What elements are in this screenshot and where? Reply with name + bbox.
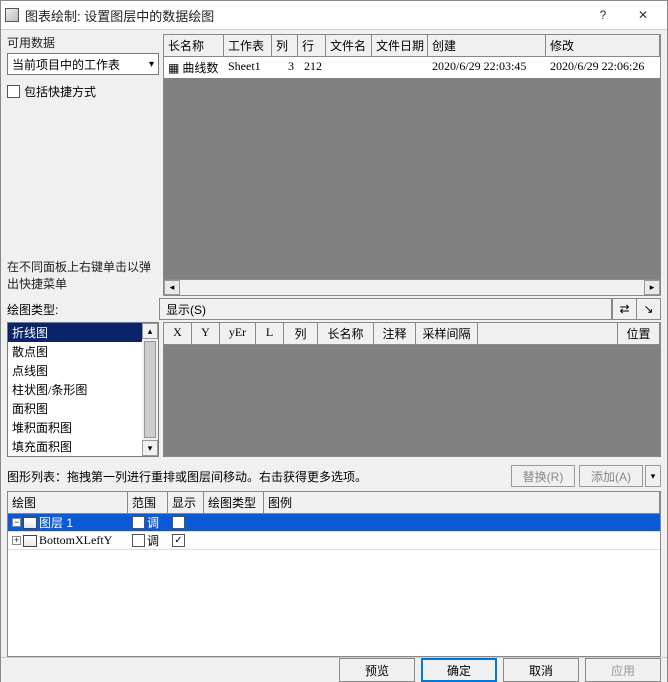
table-row[interactable]: ▦ 曲线数 Sheet1 3 212 2020/6/29 22:03:45 20… bbox=[164, 57, 660, 78]
range-checkbox[interactable] bbox=[132, 534, 145, 547]
expand-icon[interactable]: + bbox=[12, 536, 21, 545]
cancel-button[interactable]: 取消 bbox=[503, 658, 579, 682]
v-scrollbar[interactable]: ▴ ▾ bbox=[142, 323, 158, 456]
plot-type-list[interactable]: 折线图 散点图 点线图 柱状图/条形图 面积图 堆积面积图 填充面积图 ▴ ▾ bbox=[7, 322, 159, 457]
layer-row[interactable]: + BottomXLeftY 调 ✓ bbox=[8, 532, 660, 550]
titlebar: 图表绘制: 设置图层中的数据绘图 ? ✕ bbox=[1, 1, 667, 30]
replace-button: 替换(R) bbox=[511, 465, 575, 487]
col-row[interactable]: 行 bbox=[298, 35, 326, 56]
layer-icon bbox=[23, 517, 37, 529]
app-icon bbox=[5, 8, 19, 22]
col-show[interactable]: 显示 bbox=[168, 492, 204, 513]
col-legend[interactable]: 图例 bbox=[264, 492, 660, 513]
layer-icon bbox=[23, 535, 37, 547]
close-button[interactable]: ✕ bbox=[623, 1, 663, 29]
col-l[interactable]: L bbox=[256, 323, 284, 344]
content-area: 可用数据 当前项目中的工作表 ▾ 包括快捷方式 在不同面板上右键单击以弹 出快捷… bbox=[1, 30, 667, 657]
range-checkbox[interactable] bbox=[132, 516, 145, 529]
col-sample[interactable]: 采样间隔 bbox=[416, 323, 478, 344]
col-longname2[interactable]: 长名称 bbox=[318, 323, 374, 344]
col-created[interactable]: 创建 bbox=[428, 35, 546, 56]
scroll-down-icon[interactable]: ▾ bbox=[142, 440, 158, 456]
apply-button: 应用 bbox=[585, 658, 661, 682]
row-icon: ▦ bbox=[168, 61, 179, 75]
col-col[interactable]: 列 bbox=[272, 35, 298, 56]
list-item[interactable]: 面积图 bbox=[8, 399, 158, 418]
rightclick-tip: 在不同面板上右键单击以弹 出快捷菜单 bbox=[7, 258, 155, 296]
column-grid[interactable]: X Y yEr L 列 长名称 注释 采样间隔 位置 bbox=[163, 322, 661, 457]
col-filedate[interactable]: 文件日期 bbox=[372, 35, 428, 56]
show-checkbox[interactable]: ✓ bbox=[172, 516, 185, 529]
add-button: 添加(A) bbox=[579, 465, 643, 487]
scroll-right-icon[interactable]: ▸ bbox=[644, 280, 660, 295]
col-pos[interactable]: 位置 bbox=[618, 323, 660, 344]
available-data-label: 可用数据 bbox=[7, 34, 159, 51]
graph-list-tip: 图形列表：拖拽第一列进行重排或图层间移动。右击获得更多选项。 bbox=[7, 468, 507, 485]
chevron-down-icon: ▾ bbox=[149, 59, 154, 70]
col-x[interactable]: X bbox=[164, 323, 192, 344]
worksheet-select-value: 当前项目中的工作表 bbox=[12, 56, 120, 73]
collapse-icon[interactable]: − bbox=[12, 518, 21, 527]
button-bar: 预览 确定 取消 应用 bbox=[1, 657, 667, 682]
list-item[interactable]: 点线图 bbox=[8, 361, 158, 380]
col-filename[interactable]: 文件名 bbox=[326, 35, 372, 56]
col-col2[interactable]: 列 bbox=[284, 323, 318, 344]
col-y[interactable]: Y bbox=[192, 323, 220, 344]
col-longname[interactable]: 长名称 bbox=[164, 35, 224, 56]
scroll-left-icon[interactable]: ◂ bbox=[164, 280, 180, 295]
layer-row[interactable]: − 图层 1 调 ✓ bbox=[8, 514, 660, 532]
add-dropdown-icon[interactable]: ▾ bbox=[645, 465, 661, 487]
show-button[interactable]: 显示(S) bbox=[160, 299, 612, 319]
expand-icon[interactable]: ↘ bbox=[636, 299, 660, 319]
layer-grid[interactable]: 绘图 范围 显示 绘图类型 图例 − 图层 1 调 ✓ + bbox=[7, 491, 661, 657]
col-note[interactable]: 注释 bbox=[374, 323, 416, 344]
col-plottype[interactable]: 绘图类型 bbox=[204, 492, 264, 513]
list-item[interactable]: 折线图 bbox=[8, 323, 158, 342]
include-shortcut-label: 包括快捷方式 bbox=[24, 83, 96, 100]
list-item[interactable]: 填充面积图 bbox=[8, 437, 158, 456]
dialog-window: 图表绘制: 设置图层中的数据绘图 ? ✕ 可用数据 当前项目中的工作表 ▾ 包括… bbox=[0, 0, 668, 682]
worksheet-select[interactable]: 当前项目中的工作表 ▾ bbox=[7, 53, 159, 75]
col-sheet[interactable]: 工作表 bbox=[224, 35, 272, 56]
data-table[interactable]: 长名称 工作表 列 行 文件名 文件日期 创建 修改 ▦ 曲线数 Sheet1 … bbox=[163, 34, 661, 296]
list-item[interactable]: 柱状图/条形图 bbox=[8, 380, 158, 399]
swap-icon[interactable]: ⇄ bbox=[612, 299, 636, 319]
ok-button[interactable]: 确定 bbox=[421, 658, 497, 682]
preview-button[interactable]: 预览 bbox=[339, 658, 415, 682]
show-checkbox[interactable]: ✓ bbox=[172, 534, 185, 547]
window-title: 图表绘制: 设置图层中的数据绘图 bbox=[25, 6, 583, 25]
col-yer[interactable]: yEr bbox=[220, 323, 256, 344]
list-item[interactable]: 散点图 bbox=[8, 342, 158, 361]
col-modified[interactable]: 修改 bbox=[546, 35, 660, 56]
include-shortcut-checkbox[interactable]: 包括快捷方式 bbox=[7, 83, 159, 100]
list-item[interactable]: 堆积面积图 bbox=[8, 418, 158, 437]
col-range[interactable]: 范围 bbox=[128, 492, 168, 513]
plottype-label: 绘图类型: bbox=[7, 301, 58, 318]
col-plot[interactable]: 绘图 bbox=[8, 492, 128, 513]
scroll-up-icon[interactable]: ▴ bbox=[142, 323, 158, 339]
help-button[interactable]: ? bbox=[583, 1, 623, 29]
checkbox-icon bbox=[7, 85, 20, 98]
h-scrollbar[interactable]: ◂ ▸ bbox=[164, 279, 660, 295]
